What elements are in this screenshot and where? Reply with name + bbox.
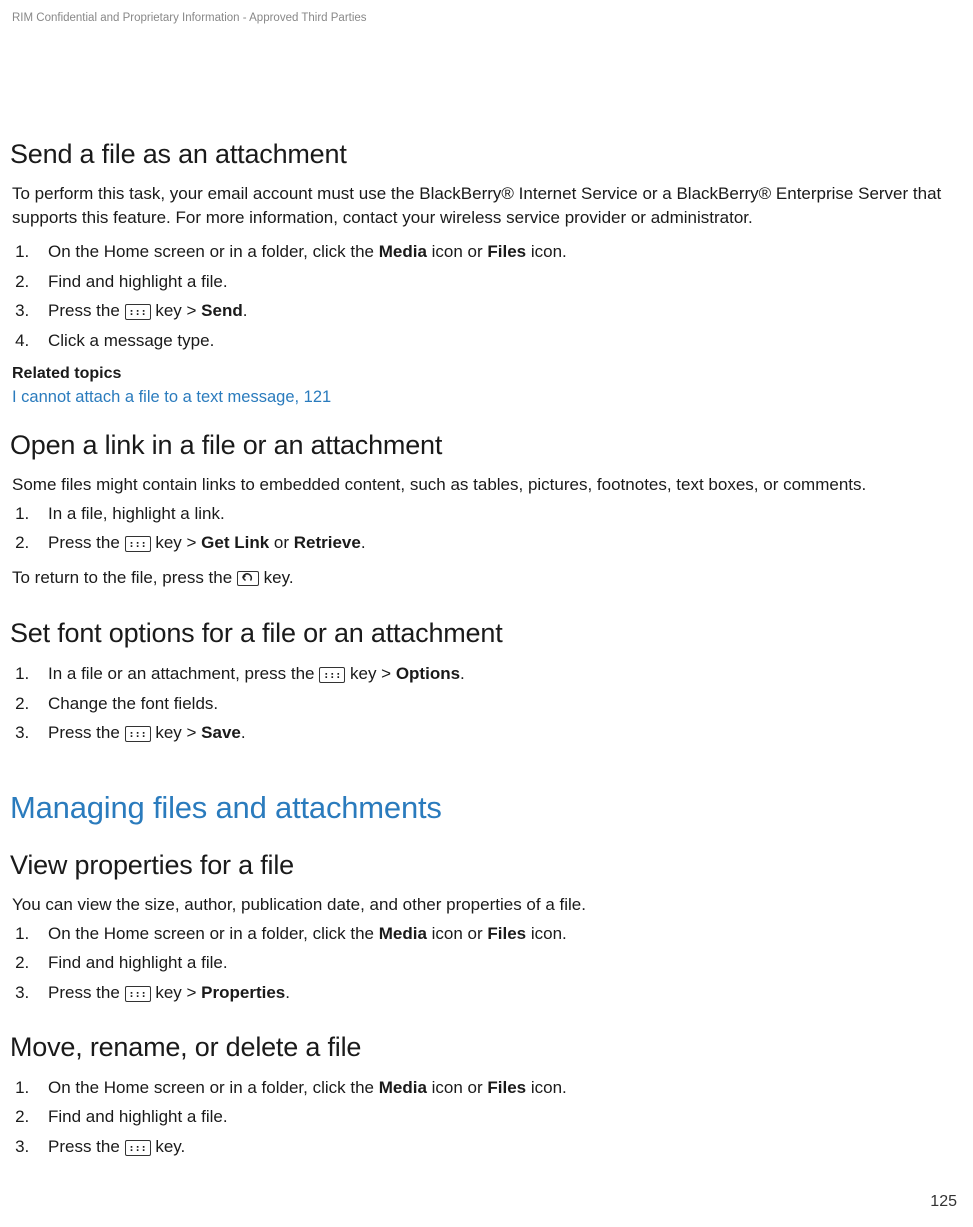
step-text: . [285,983,290,1002]
options-label: Options [396,664,460,683]
step-text: icon or [427,242,487,261]
step-text: icon or [427,1078,487,1097]
intro-paragraph: To perform this task, your email account… [12,182,963,230]
bb-menu-key-icon [319,667,345,683]
step-text: Press the [48,983,125,1002]
heading-font-options: Set font options for a file or an attach… [10,615,963,653]
step-item: Find and highlight a file. [34,269,963,295]
step-item: On the Home screen or in a folder, click… [34,921,963,947]
step-text: icon. [526,242,567,261]
step-item: On the Home screen or in a folder, click… [34,239,963,265]
steps-list: On the Home screen or in a folder, click… [10,239,963,353]
step-text: In a file or an attachment, press the [48,664,319,683]
files-label: Files [487,242,526,261]
related-topic-link[interactable]: I cannot attach a file to a text message… [12,386,963,409]
step-text: . [243,301,248,320]
confidential-header: RIM Confidential and Proprietary Informa… [10,10,963,26]
step-text: icon. [526,1078,567,1097]
return-note: To return to the file, press the key. [12,566,963,590]
note-text: To return to the file, press the [12,568,237,587]
bb-menu-key-icon [125,536,151,552]
step-text: key. [151,1137,186,1156]
steps-list: In a file, highlight a link. Press the k… [10,501,963,556]
heading-open-link: Open a link in a file or an attachment [10,427,963,465]
step-item: Press the key > Send. [34,298,963,324]
step-item: Press the key. [34,1134,963,1160]
step-text: Press the [48,1137,125,1156]
heading-send-attachment: Send a file as an attachment [10,136,963,174]
back-key-icon [237,571,259,586]
step-text: Press the [48,723,125,742]
step-text: . [460,664,465,683]
step-item: In a file, highlight a link. [34,501,963,527]
step-text: . [241,723,246,742]
page-number: 125 [930,1191,957,1213]
properties-label: Properties [201,983,285,1002]
get-link-label: Get Link [201,533,269,552]
step-text: On the Home screen or in a folder, click… [48,1078,379,1097]
step-text: key > [151,533,202,552]
step-item: Find and highlight a file. [34,950,963,976]
step-text: Press the [48,301,125,320]
step-text: icon. [526,924,567,943]
step-item: Find and highlight a file. [34,1104,963,1130]
step-text: key > [151,723,202,742]
step-text: key > [151,301,202,320]
steps-list: On the Home screen or in a folder, click… [10,921,963,1006]
step-text: key > [151,983,202,1002]
media-label: Media [379,924,427,943]
heading-move-rename-delete: Move, rename, or delete a file [10,1029,963,1067]
note-text: key. [259,568,294,587]
media-label: Media [379,242,427,261]
save-label: Save [201,723,241,742]
bb-menu-key-icon [125,726,151,742]
intro-paragraph: You can view the size, author, publicati… [12,893,963,917]
step-item: Click a message type. [34,328,963,354]
step-item: Press the key > Save. [34,720,963,746]
retrieve-label: Retrieve [294,533,361,552]
section-managing-files: Managing files and attachments [10,786,963,829]
step-text: Press the [48,533,125,552]
files-label: Files [487,1078,526,1097]
step-text: On the Home screen or in a folder, click… [48,242,379,261]
steps-list: In a file or an attachment, press the ke… [10,661,963,746]
step-text: key > [345,664,396,683]
files-label: Files [487,924,526,943]
step-text: icon or [427,924,487,943]
step-item: In a file or an attachment, press the ke… [34,661,963,687]
intro-paragraph: Some files might contain links to embedd… [12,473,963,497]
step-item: Change the font fields. [34,691,963,717]
step-item: On the Home screen or in a folder, click… [34,1075,963,1101]
steps-list: On the Home screen or in a folder, click… [10,1075,963,1160]
heading-view-properties: View properties for a file [10,847,963,885]
step-text: . [361,533,366,552]
bb-menu-key-icon [125,986,151,1002]
step-item: Press the key > Get Link or Retrieve. [34,530,963,556]
document-page: RIM Confidential and Proprietary Informa… [0,0,973,1227]
step-text: On the Home screen or in a folder, click… [48,924,379,943]
related-topics-label: Related topics [12,363,963,385]
step-item: Press the key > Properties. [34,980,963,1006]
media-label: Media [379,1078,427,1097]
bb-menu-key-icon [125,304,151,320]
step-text: or [269,533,294,552]
bb-menu-key-icon [125,1140,151,1156]
send-label: Send [201,301,243,320]
